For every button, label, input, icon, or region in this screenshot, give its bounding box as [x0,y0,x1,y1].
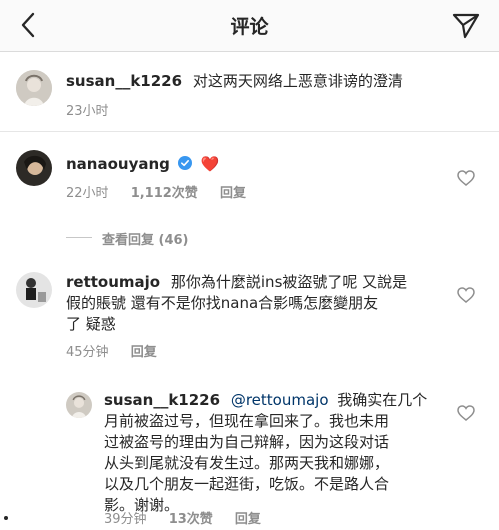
caption-time: 23小时 [66,104,109,119]
comment-text-line: rettoumajo 那你為什麼説ins被盜號了呢 又說是 [66,273,407,292]
comment-username[interactable]: rettoumajo [66,273,160,291]
reply-time: 39分钟 [104,512,147,527]
avatar-photo [66,392,92,418]
avatar[interactable] [16,70,52,106]
heart-outline-icon [457,405,475,421]
comment-meta: 45分钟 回复 [66,341,175,360]
avatar-photo [16,70,52,106]
share-button[interactable] [451,10,481,40]
verified-badge-icon [177,156,192,170]
comment-time: 45分钟 [66,345,109,360]
top-bar: 评论 [0,0,499,52]
comment-likes[interactable]: 1,112次赞 [131,186,198,201]
reply-mention[interactable]: @rettoumajo [231,391,329,409]
comment-text-line: 假的賬號 還有不是你找nana合影嗎怎麼變朋友 [66,294,379,312]
avatar-photo [16,150,52,186]
avatar[interactable] [16,272,52,308]
edge-artifact [4,516,8,520]
comment-text: nanaouyang ❤️ [66,155,219,174]
paper-plane-icon [452,13,480,39]
comment-text-line: 了 疑惑 [66,315,116,333]
caption-meta: 23小时 [66,100,127,119]
like-button[interactable] [457,405,475,421]
page-title: 评论 [230,16,269,38]
reply-likes[interactable]: 13次赞 [169,512,213,527]
view-replies-link[interactable]: 查看回复 (46) [102,229,189,248]
reply-text-line: 过被盗号的理由为自己辩解，因为这段对话 [104,433,390,451]
reply-text-line: 从头到尾就没有发生过。那两天我和娜娜， [104,454,390,472]
reply-text-line: susan__k1226 @rettoumajo 我确实在几个 [104,391,427,410]
caption-body: 对这两天网络上恶意诽谤的澄清 [192,72,403,90]
reply-text-line: 月前被盗过号，但现在拿回来了。我也未用 [104,412,390,430]
comment-time: 22小时 [66,186,109,201]
comment-body: ❤️ [200,155,220,173]
caption-text: susan__k1226 对这两天网络上恶意诽谤的澄清 [66,72,403,91]
comment-meta: 22小时 1,112次赞 回复 [66,182,264,201]
comment-body-line: 那你為什麼説ins被盜號了呢 又說是 [170,273,408,291]
avatar[interactable] [66,392,92,418]
reply-reply-button[interactable]: 回复 [235,512,261,527]
avatar[interactable] [16,150,52,186]
reply-username[interactable]: susan__k1226 [104,391,220,409]
reply-body-line: 我确实在几个 [337,391,428,409]
like-button[interactable] [457,170,475,186]
comment-reply-button[interactable]: 回复 [131,345,157,360]
avatar-photo [16,272,52,308]
reply-meta: 39分钟 13次赞 回复 [104,508,279,527]
reply-text-line: 以及几个朋友一起逛街，吃饭。不是路人合 [104,475,390,493]
comment-username[interactable]: nanaouyang [66,155,170,173]
caption-username[interactable]: susan__k1226 [66,72,182,90]
heart-outline-icon [457,287,475,303]
comment-reply-button[interactable]: 回复 [220,186,246,201]
like-button[interactable] [457,287,475,303]
replies-divider [66,237,92,238]
heart-outline-icon [457,170,475,186]
post-caption: susan__k1226 对这两天网络上恶意诽谤的澄清 23小时 [0,52,499,132]
